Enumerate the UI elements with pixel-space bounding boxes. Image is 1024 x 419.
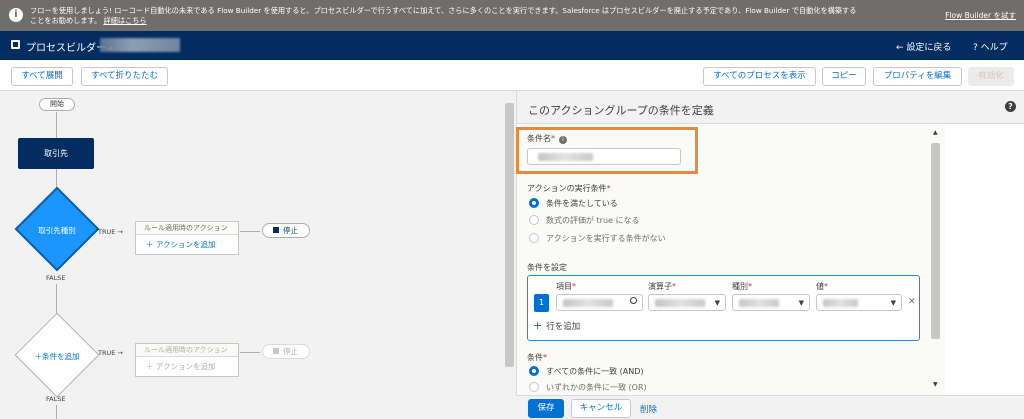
- canvas-scrollbar[interactable]: [505, 103, 514, 367]
- add-criteria-label: ＋条件を追加: [34, 352, 80, 361]
- redacted-process-name: [100, 38, 180, 52]
- radio-label: すべての条件に一致 (AND): [546, 367, 644, 376]
- column-type: 種別*: [732, 282, 752, 291]
- back-to-setup-link[interactable]: ← 設定に戻る: [896, 40, 951, 53]
- add-action-link[interactable]: ＋ アクションを追加: [136, 235, 238, 254]
- info-icon: i: [9, 8, 23, 22]
- help-link[interactable]: ? ヘルプ: [973, 40, 1008, 53]
- redacted-value: [563, 299, 613, 307]
- connector-line: [56, 284, 57, 314]
- connector-line: [240, 231, 260, 232]
- radio-formula-true[interactable]: [529, 215, 539, 225]
- false-label: FALSE: [46, 274, 66, 282]
- radio-label: いずれかの条件に一致 (OR): [546, 383, 647, 392]
- type-select[interactable]: ▼: [732, 294, 810, 311]
- action-group-header: ルール適用時のアクション: [136, 222, 238, 235]
- criteria-node-account-type[interactable]: 取引先種別: [14, 186, 100, 272]
- redacted-value: [823, 299, 858, 307]
- stop-node: 停止: [262, 223, 310, 238]
- radio-label: 条件を満たしている: [546, 199, 618, 208]
- column-value: 値*: [816, 282, 828, 291]
- caret-down-icon: ▼: [798, 299, 804, 307]
- scroll-down-icon[interactable]: ▼: [933, 381, 938, 388]
- notice-message: フローを使用しましょう! ローコード自動化の未来である Flow Builder…: [30, 6, 860, 26]
- true-label: TRUE →: [98, 228, 123, 236]
- conditions-label: 条件*: [527, 353, 547, 362]
- edit-properties-button[interactable]: プロパティを編集: [873, 67, 962, 86]
- action-group-header: ルール適用時のアクション: [136, 344, 238, 357]
- stop-icon: [273, 348, 279, 354]
- object-node[interactable]: 取引先: [18, 138, 94, 169]
- connector-line: [56, 112, 57, 138]
- show-all-processes-button[interactable]: すべてのプロセスを表示: [703, 67, 816, 86]
- stop-node: 停止: [262, 344, 310, 359]
- start-node: 開始: [39, 98, 75, 111]
- plus-icon: ＋: [146, 362, 156, 371]
- search-icon: [630, 297, 637, 304]
- collapse-all-button[interactable]: すべて折りたたむ: [81, 67, 168, 86]
- row-number: 1: [534, 294, 549, 312]
- toolbar: すべて展開 すべて折りたたむ すべてのプロセスを表示 コピー プロパティを編集 …: [0, 60, 1024, 91]
- app-header: プロセスビルダー - ← 設定に戻る ? ヘルプ: [0, 31, 1024, 60]
- stop-icon: [273, 227, 279, 233]
- notice-text: フローを使用しましょう! ローコード自動化の未来である Flow Builder…: [30, 6, 857, 25]
- connector-line: [240, 352, 260, 353]
- caret-down-icon: ▼: [714, 299, 720, 307]
- save-button[interactable]: 保存: [528, 399, 564, 418]
- action-group-2: ルール適用時のアクション ＋ アクションを追加: [135, 343, 239, 377]
- plus-icon: +: [533, 319, 543, 332]
- activate-button[interactable]: 有効化: [968, 67, 1014, 86]
- scroll-up-icon[interactable]: ▲: [933, 129, 938, 136]
- app-icon: [11, 40, 20, 49]
- operator-select[interactable]: ▼: [648, 294, 726, 311]
- plus-icon: ＋: [34, 352, 43, 361]
- notice-banner: i フローを使用しましょう! ローコード自動化の未来である Flow Build…: [0, 0, 1024, 31]
- panel-scrollbar[interactable]: [931, 143, 940, 339]
- criteria-label: 取引先種別: [38, 226, 76, 235]
- caret-down-icon: ▼: [890, 299, 896, 307]
- redacted-value: [655, 299, 705, 307]
- true-label: TRUE →: [98, 349, 123, 357]
- add-criteria-node[interactable]: ＋条件を追加: [14, 312, 100, 398]
- column-operator: 演算子*: [648, 282, 676, 291]
- expand-all-button[interactable]: すべて展開: [11, 67, 73, 86]
- redacted-value: [739, 299, 779, 307]
- close-icon[interactable]: ✕: [908, 297, 916, 307]
- radio-no-criteria[interactable]: [529, 233, 539, 243]
- radio-label: アクションを実行する条件がない: [546, 234, 666, 243]
- help-icon[interactable]: ?: [1005, 101, 1016, 112]
- cancel-button[interactable]: キャンセル: [571, 399, 631, 418]
- field-search-input[interactable]: [556, 294, 643, 311]
- add-action-link[interactable]: ＋ アクションを追加: [136, 357, 238, 376]
- copy-button[interactable]: コピー: [822, 67, 866, 86]
- exec-condition-label: アクションの実行条件*: [527, 184, 611, 193]
- panel-header: このアクショングループの条件を定義 ?: [517, 91, 1024, 124]
- radio-label: 数式の評価が true になる: [546, 216, 640, 225]
- column-field: 項目*: [556, 282, 576, 291]
- add-row-button[interactable]: + 行を追加: [533, 319, 580, 332]
- action-group-1: ルール適用時のアクション ＋ アクションを追加: [135, 221, 239, 255]
- highlight-box: [516, 127, 698, 174]
- details-link[interactable]: 詳細はこちら: [103, 16, 146, 25]
- radio-any-or[interactable]: [529, 382, 539, 392]
- panel-title: このアクショングループの条件を定義: [528, 104, 714, 117]
- delete-link[interactable]: 削除: [640, 403, 657, 415]
- plus-icon: ＋: [146, 240, 156, 249]
- radio-conditions-met[interactable]: [529, 198, 539, 208]
- false-label: FALSE: [46, 395, 66, 403]
- set-conditions-label: 条件を設定: [527, 263, 567, 272]
- try-flow-builder-link[interactable]: Flow Builder を試す: [945, 10, 1016, 21]
- connector-line: [56, 405, 57, 419]
- radio-all-and[interactable]: [529, 366, 539, 376]
- value-select[interactable]: ▼: [816, 294, 902, 311]
- process-canvas: 開始 取引先 取引先種別 TRUE → ルール適用時のアクション ＋ アクション…: [0, 91, 516, 419]
